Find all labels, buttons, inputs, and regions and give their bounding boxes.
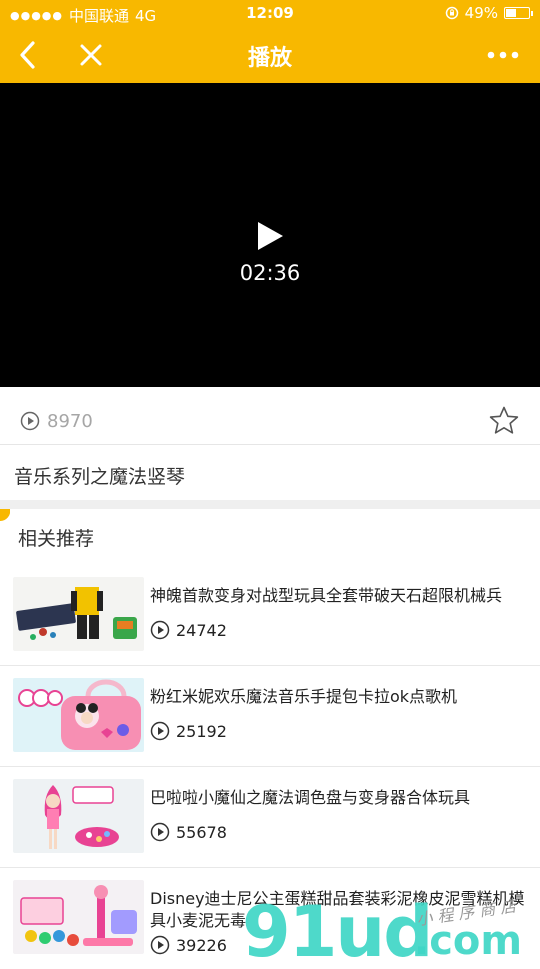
video-title: 音乐系列之魔法竖琴 xyxy=(14,466,186,488)
video-duration: 02:36 xyxy=(239,261,301,285)
play-count-icon xyxy=(20,411,40,431)
list-item[interactable]: 神魄首款变身对战型玩具全套带破天石超限机械兵 24742 xyxy=(0,565,540,666)
video-title-link[interactable]: Disney迪士尼公主蛋糕甜品套装彩泥橡皮泥雪糕机模具小麦泥无毒 xyxy=(150,888,530,932)
related-heading: 相关推荐 xyxy=(18,528,95,550)
play-count-icon xyxy=(150,822,170,842)
more-dots-icon[interactable] xyxy=(486,40,520,70)
battery-percent: 49% xyxy=(464,4,498,22)
play-icon[interactable] xyxy=(252,219,286,253)
play-count: 24742 xyxy=(176,620,227,640)
list-item[interactable]: 粉红米妮欢乐魔法音乐手提包卡拉ok点歌机 25192 xyxy=(0,666,540,767)
video-thumbnail[interactable] xyxy=(13,779,144,853)
battery-level xyxy=(506,9,516,17)
related-list: 神魄首款变身对战型玩具全套带破天石超限机械兵 24742 粉红米妮欢乐魔法音乐手… xyxy=(0,565,540,969)
section-accent-mark xyxy=(0,509,10,521)
play-count: 39226 xyxy=(176,935,227,955)
list-item[interactable]: 巴啦啦小魔仙之魔法调色盘与变身器合体玩具 55678 xyxy=(0,767,540,868)
video-thumbnail[interactable] xyxy=(13,880,144,954)
video-stats-row: 8970 xyxy=(0,397,540,445)
status-bar: ●●●●● 中国联通 4G 12:09 49% xyxy=(0,0,540,28)
video-title-link[interactable]: 神魄首款变身对战型玩具全套带破天石超限机械兵 xyxy=(150,585,530,607)
star-outline-icon[interactable] xyxy=(488,405,520,437)
play-count: 8970 xyxy=(47,411,93,432)
page-title: 播放 xyxy=(247,46,292,71)
video-thumbnail[interactable] xyxy=(13,678,144,752)
battery-icon xyxy=(504,7,533,19)
play-count-icon xyxy=(150,721,170,741)
video-title-link[interactable]: 粉红米妮欢乐魔法音乐手提包卡拉ok点歌机 xyxy=(150,686,530,708)
nav-bar: 播放 xyxy=(0,28,540,83)
video-thumbnail[interactable] xyxy=(13,577,144,651)
play-count: 25192 xyxy=(176,721,227,741)
list-item[interactable]: Disney迪士尼公主蛋糕甜品套装彩泥橡皮泥雪糕机模具小麦泥无毒 39226 xyxy=(0,868,540,969)
play-count-icon xyxy=(150,620,170,640)
video-player[interactable]: 02:36 xyxy=(0,83,540,387)
play-count: 55678 xyxy=(176,822,227,842)
rotation-lock-icon xyxy=(445,6,458,20)
play-count-icon xyxy=(150,935,170,955)
video-title-link[interactable]: 巴啦啦小魔仙之魔法调色盘与变身器合体玩具 xyxy=(150,787,530,809)
section-divider xyxy=(0,500,540,509)
